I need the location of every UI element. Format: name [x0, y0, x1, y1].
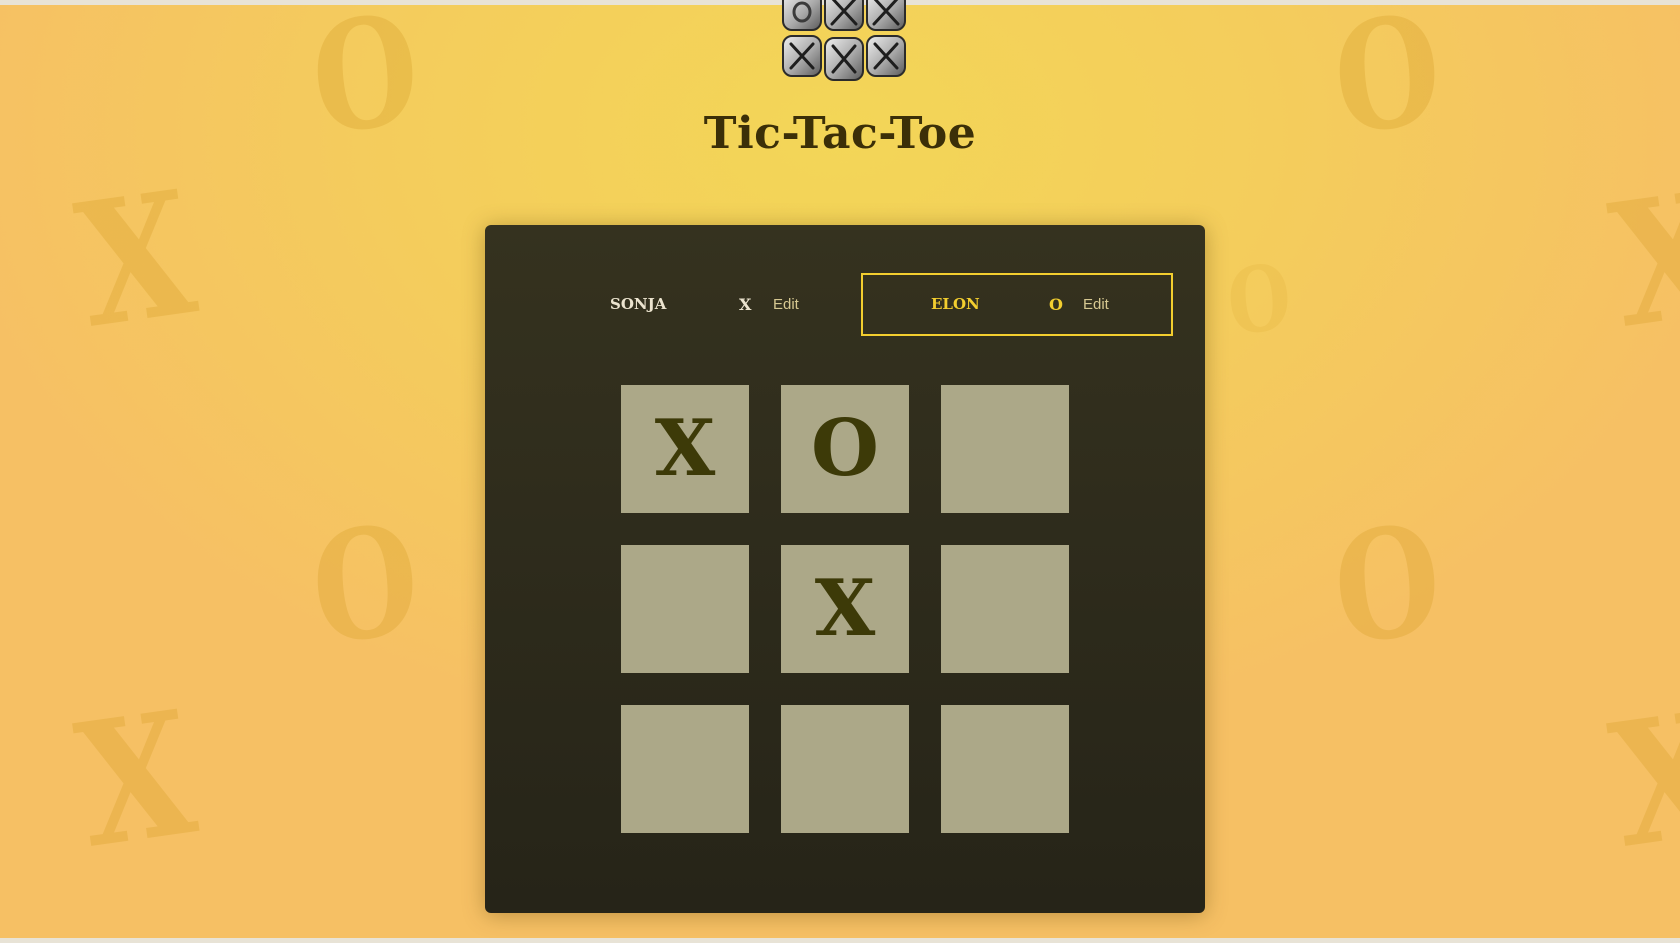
background-x-glyph: X [1600, 153, 1680, 367]
background-o-glyph: O [1327, 490, 1447, 680]
browser-bottom-edge [0, 938, 1680, 943]
board-cell[interactable]: X [621, 385, 749, 513]
board-cell[interactable]: O [781, 385, 909, 513]
player-card-elon-active: ELON O Edit [861, 273, 1173, 336]
board-cell[interactable] [941, 385, 1069, 513]
board-cell[interactable] [621, 705, 749, 833]
board-cell[interactable] [941, 545, 1069, 673]
board-cell[interactable]: X [781, 545, 909, 673]
board-cell[interactable] [781, 705, 909, 833]
player-symbol: X [739, 295, 752, 314]
background-o-glyph: O [1223, 243, 1295, 357]
edit-player-button[interactable]: Edit [1083, 296, 1109, 313]
game-container: SONJA X Edit ELON O Edit X O X [485, 225, 1205, 913]
board-cell[interactable] [941, 705, 1069, 833]
game-board: X O X [621, 385, 1069, 833]
player-symbol: O [1049, 295, 1063, 314]
background-x-glyph: X [1600, 673, 1680, 887]
background-x-glyph: X [66, 673, 206, 887]
player-name: ELON [931, 295, 980, 313]
page-title: Tic-Tac-Toe [703, 108, 977, 159]
edit-player-button[interactable]: Edit [773, 296, 799, 313]
game-logo-icon [780, 0, 910, 82]
background-o-glyph: O [305, 490, 425, 680]
background-x-glyph: X [66, 153, 206, 367]
player-name: SONJA [610, 295, 667, 313]
player-card-sonja: SONJA X Edit [528, 273, 840, 336]
board-cell[interactable] [621, 545, 749, 673]
